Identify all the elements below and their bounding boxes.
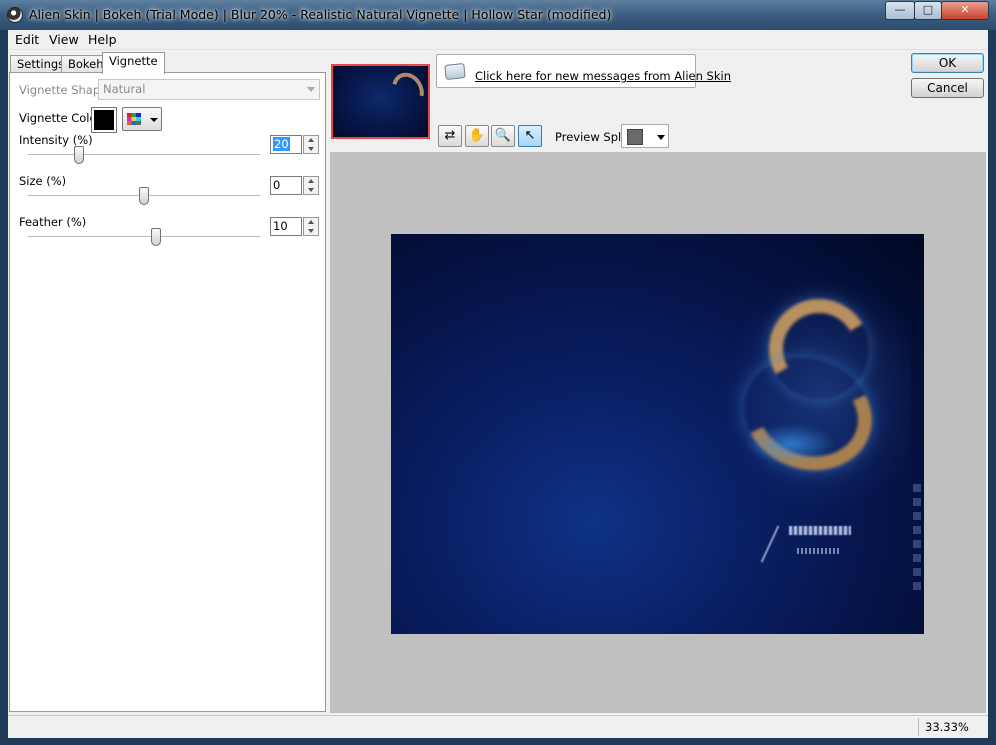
- intensity-slider-thumb[interactable]: [74, 146, 85, 164]
- message-box: Click here for new messages from Alien S…: [436, 54, 731, 88]
- hand-icon: ✋: [468, 128, 486, 143]
- feather-stepper[interactable]: [303, 217, 319, 236]
- ok-button[interactable]: OK: [911, 53, 984, 73]
- palette-icon: [127, 113, 141, 125]
- pointer-tool-button[interactable]: ↖: [518, 125, 542, 147]
- intensity-value: 20: [273, 137, 290, 151]
- status-bar: 33.33%: [8, 715, 988, 737]
- message-card-icon: [444, 62, 466, 81]
- navigator-thumbnail[interactable]: [331, 64, 430, 139]
- vignette-shape-value: Natural: [103, 82, 146, 96]
- feather-slider-track[interactable]: [28, 236, 260, 238]
- size-input[interactable]: 0: [270, 176, 302, 195]
- feather-slider-thumb[interactable]: [150, 228, 161, 246]
- artwork-edge-pattern: [913, 484, 921, 594]
- preview-image[interactable]: [391, 234, 924, 634]
- minimize-button[interactable]: —: [885, 1, 915, 20]
- color-palette-button[interactable]: [122, 107, 162, 131]
- compare-tool-button[interactable]: ⇄: [438, 125, 462, 147]
- close-button[interactable]: ✕: [941, 1, 989, 20]
- size-slider-thumb[interactable]: [139, 187, 149, 205]
- split-mode-icon: [627, 129, 643, 145]
- zoom-level: 33.33%: [925, 720, 969, 734]
- preview-split-select[interactable]: [621, 124, 669, 148]
- intensity-input[interactable]: 20: [270, 135, 302, 154]
- window-client: Edit View Help Settings Bokeh Vignette V…: [8, 30, 988, 738]
- hand-tool-button[interactable]: ✋: [465, 125, 489, 147]
- chevron-down-icon: [150, 118, 158, 122]
- pointer-icon: ↖: [524, 128, 536, 143]
- menu-view[interactable]: View: [49, 32, 79, 47]
- chevron-down-icon: [657, 135, 665, 140]
- vignette-panel: Vignette Shape: Natural Vignette Color I…: [9, 72, 326, 712]
- intensity-label: Intensity (%): [19, 133, 93, 147]
- app-icon: [7, 7, 23, 23]
- vignette-color-label: Vignette Color: [19, 111, 102, 125]
- status-divider: [918, 718, 919, 736]
- menu-help[interactable]: Help: [88, 32, 117, 47]
- vignette-color-swatch[interactable]: [91, 107, 117, 133]
- thumbnail-artwork: [386, 66, 428, 114]
- compare-icon: ⇄: [444, 128, 456, 143]
- menu-bar: Edit View Help: [8, 30, 988, 50]
- maximize-button[interactable]: □: [914, 1, 942, 20]
- messages-link[interactable]: Click here for new messages from Alien S…: [475, 69, 731, 83]
- artwork-logo-mark-small: [797, 548, 841, 554]
- size-label: Size (%): [19, 174, 67, 188]
- cancel-button[interactable]: Cancel: [911, 78, 984, 98]
- feather-input[interactable]: 10: [270, 217, 302, 236]
- artwork-logo-mark: [789, 526, 851, 535]
- zoom-icon: 🔍: [494, 128, 512, 143]
- chevron-down-icon: [307, 87, 315, 92]
- vignette-shape-select[interactable]: Natural: [98, 79, 320, 100]
- feather-label: Feather (%): [19, 215, 87, 229]
- artwork-streak: [760, 525, 780, 563]
- zoom-tool-button[interactable]: 🔍: [491, 125, 515, 147]
- intensity-stepper[interactable]: [303, 135, 319, 154]
- menu-edit[interactable]: Edit: [15, 32, 39, 47]
- size-stepper[interactable]: [303, 176, 319, 195]
- tab-vignette[interactable]: Vignette: [102, 52, 165, 74]
- artwork-blue-highlight: [746, 424, 836, 464]
- window-title: Alien Skin | Bokeh (Trial Mode) | Blur 2…: [29, 7, 612, 22]
- title-bar: Alien Skin | Bokeh (Trial Mode) | Blur 2…: [0, 0, 996, 30]
- intensity-slider-track[interactable]: [28, 154, 260, 156]
- preview-area[interactable]: [330, 152, 986, 713]
